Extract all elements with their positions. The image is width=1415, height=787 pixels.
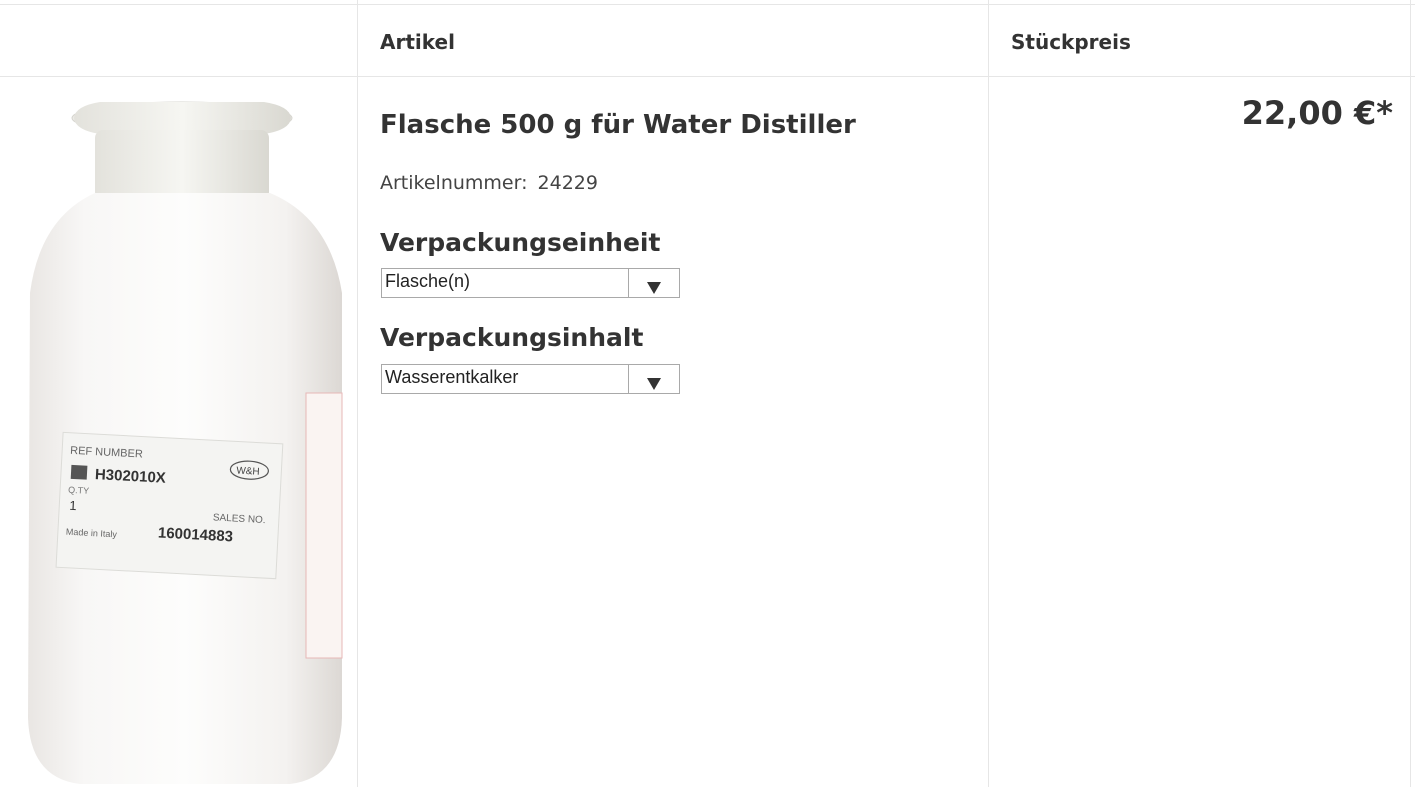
packaging-content-select[interactable]: Wasserentkalker (381, 364, 680, 394)
packaging-content-selected-value: Wasserentkalker (385, 367, 519, 387)
table-header-divider (0, 76, 1415, 77)
packaging-content-label: Verpackungsinhalt (380, 323, 644, 352)
packaging-content-dropdown-button[interactable] (628, 365, 679, 393)
packaging-unit-dropdown-button[interactable] (628, 269, 679, 297)
packaging-unit-label: Verpackungseinheit (380, 228, 661, 257)
header-unit-price: Stückpreis (1011, 30, 1131, 54)
product-table: Artikel Stückpreis REF NUMBER H302010X W… (0, 0, 1415, 787)
article-number-row: Artikelnummer: 24229 (380, 172, 598, 194)
product-image[interactable]: REF NUMBER H302010X W&H Q.TY 1 SALES NO.… (0, 78, 357, 787)
article-number-label: Artikelnummer: (380, 172, 528, 194)
packaging-unit-selected-value: Flasche(n) (385, 271, 471, 291)
table-top-border (0, 4, 1415, 5)
chevron-down-icon (647, 378, 661, 390)
chevron-down-icon (647, 282, 661, 294)
label-qty-caption: Q.TY (68, 485, 90, 496)
column-divider-1 (357, 0, 358, 787)
product-title[interactable]: Flasche 500 g für Water Distiller (380, 110, 856, 140)
bottle-image: REF NUMBER H302010X W&H Q.TY 1 SALES NO.… (28, 101, 343, 784)
header-article: Artikel (380, 30, 455, 54)
column-divider-2 (988, 0, 989, 787)
label-brand: W&H (236, 465, 260, 477)
article-number-value: 24229 (537, 172, 598, 194)
unit-price: 22,00 €* (1241, 94, 1393, 132)
packaging-unit-select[interactable]: Flasche(n) (381, 268, 680, 298)
label-qty: 1 (69, 498, 77, 513)
table-right-border (1410, 0, 1411, 787)
